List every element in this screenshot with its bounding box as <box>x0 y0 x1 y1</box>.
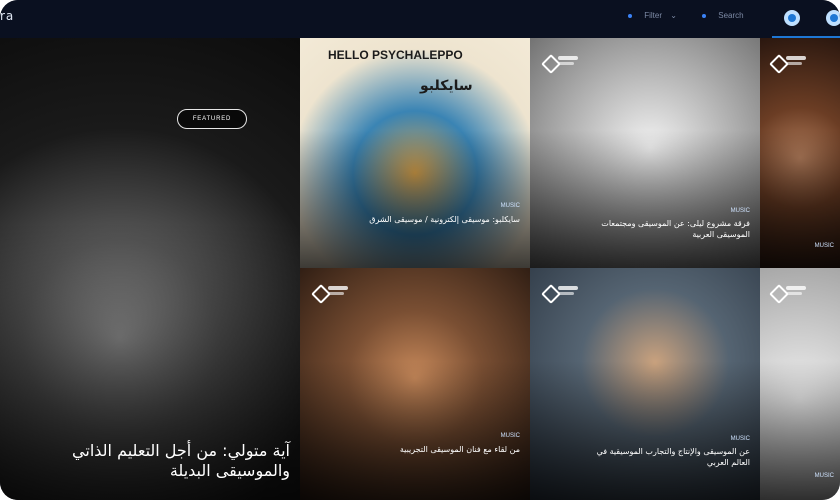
account-button[interactable] <box>784 10 800 26</box>
search-label: Search <box>718 11 744 20</box>
brand-mark <box>541 54 578 74</box>
chevron-down-icon: ⌄ <box>670 11 677 20</box>
poster-title: HELLO PSYCHALEPPO <box>328 48 463 62</box>
hero-title-line-1: آية متولي: من أجل التعليم الذاتي <box>72 441 290 460</box>
brand-text-bar <box>328 292 344 295</box>
article-card[interactable]: HELLO PSYCHALEPPO سايكلبو MUSIC سايكلبو:… <box>300 38 530 268</box>
user-icon <box>788 14 796 22</box>
article-kicker: MUSIC <box>500 203 520 209</box>
article-title: فرقة مشروع ليلى: عن الموسيقى ومجتمعات ال… <box>601 219 750 239</box>
article-card[interactable]: MUSIC من لقاء مع فنان الموسيقى التجريبية <box>300 268 530 500</box>
brand-mark <box>541 284 578 304</box>
hero-card[interactable]: FEATURED آية متولي: من أجل التعليم الذات… <box>0 38 300 500</box>
featured-badge[interactable]: FEATURED <box>177 109 247 129</box>
brand-mark <box>311 284 348 304</box>
gear-icon <box>830 14 838 22</box>
article-gradient <box>300 360 530 500</box>
brand-text-bar <box>558 286 578 290</box>
search-icon <box>702 13 706 18</box>
brand-text-bar <box>786 292 802 295</box>
brand-text-bar <box>786 286 806 290</box>
article-gradient <box>300 130 530 268</box>
article-kicker: MUSIC <box>814 473 834 479</box>
article-kicker: MUSIC <box>730 436 750 442</box>
article-gradient <box>530 130 760 268</box>
filter-label: Filter <box>644 11 663 20</box>
search-menu[interactable]: Search <box>702 11 744 20</box>
article-title: سايكلبو: موسيقى إلكترونية / موسيقى الشرق <box>369 215 520 224</box>
settings-button[interactable] <box>826 10 840 26</box>
brand-text-bar <box>328 286 348 290</box>
site-logo-fragment[interactable]: ra <box>0 9 14 23</box>
article-title: من لقاء مع فنان الموسيقى التجريبية <box>399 445 520 454</box>
article-card[interactable]: MUSIC <box>760 268 840 500</box>
article-card[interactable]: MUSIC فرقة مشروع ليلى: عن الموسيقى ومجتم… <box>530 38 760 268</box>
article-card[interactable]: MUSIC عن الموسيقى والإنتاج والتجارب المو… <box>530 268 760 500</box>
article-card[interactable]: MUSIC <box>760 38 840 268</box>
article-gradient <box>530 360 760 500</box>
hero-title[interactable]: آية متولي: من أجل التعليم الذاتي والموسي… <box>72 441 290 481</box>
brand-text-bar <box>558 62 574 65</box>
filter-menu[interactable]: Filter ⌄ <box>628 11 677 20</box>
hero-title-line-2: والموسيقى البديلة <box>169 461 290 480</box>
article-title: عن الموسيقى والإنتاج والتجارب الموسيقية … <box>596 447 750 467</box>
article-gradient <box>760 360 840 500</box>
poster-title-arabic: سايكلبو <box>420 78 473 94</box>
brand-text-bar <box>558 56 578 60</box>
brand-mark <box>769 54 806 74</box>
article-kicker: MUSIC <box>500 433 520 439</box>
article-kicker: MUSIC <box>730 208 750 214</box>
app-frame: ra Filter ⌄ Search FEATURED آية متولي: م… <box>0 0 840 500</box>
top-navigation-bar: ra Filter ⌄ Search <box>0 0 840 38</box>
filter-icon <box>628 13 632 18</box>
brand-text-bar <box>558 292 574 295</box>
brand-mark <box>769 284 806 304</box>
article-kicker: MUSIC <box>814 243 834 249</box>
brand-text-bar <box>786 62 802 65</box>
brand-text-bar <box>786 56 806 60</box>
